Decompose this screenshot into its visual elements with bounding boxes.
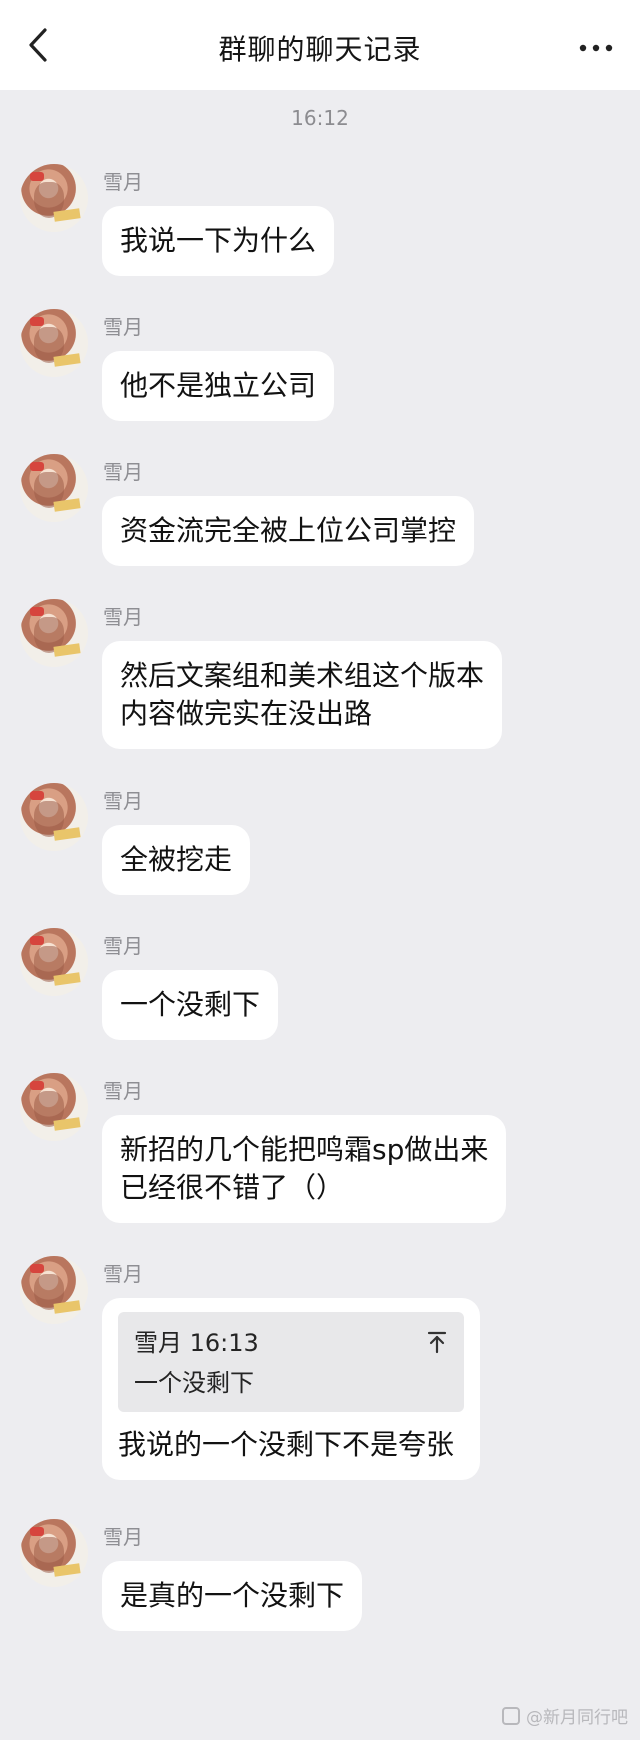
sender-name: 雪月 — [103, 1525, 143, 1549]
message-text: 全被挖走 — [120, 843, 233, 876]
sender-name: 雪月 — [103, 605, 143, 629]
avatar[interactable] — [20, 164, 88, 232]
message-text: 我说的一个没剩下不是夸张 — [118, 1428, 455, 1461]
message-bubble[interactable]: 全被挖走 — [102, 825, 251, 895]
message-text: 已经很不错了（） — [120, 1171, 345, 1204]
sender-name: 雪月 — [103, 315, 143, 339]
avatar[interactable] — [20, 599, 88, 667]
sender-name: 雪月 — [103, 460, 143, 484]
watermark: @新月同行吧 — [502, 1703, 628, 1728]
message-bubble[interactable]: 雪月 16:13 一个没剩下 我说的一个没剩下不是夸张 — [102, 1298, 480, 1480]
message-text: 他不是独立公司 — [120, 369, 317, 402]
more-button[interactable] — [574, 28, 618, 68]
message-bubble[interactable]: 我说一下为什么 — [102, 206, 335, 276]
page-title: 群聊的聊天记录 — [218, 33, 422, 66]
message-text: 我说一下为什么 — [120, 224, 317, 257]
message-bubble[interactable]: 他不是独立公司 — [102, 351, 335, 421]
top-bar: 群聊的聊天记录 — [0, 0, 640, 90]
message-bubble[interactable]: 资金流完全被上位公司掌控 — [102, 496, 475, 566]
message-bubble[interactable]: 是真的一个没剩下 — [102, 1561, 363, 1631]
sender-name: 雪月 — [103, 1079, 143, 1103]
message-bubble[interactable]: 一个没剩下 — [102, 970, 279, 1040]
jump-to-top-icon[interactable] — [426, 1330, 448, 1354]
watermark-text: @新月同行吧 — [526, 1708, 628, 1728]
avatar[interactable] — [20, 454, 88, 522]
message-text: 是真的一个没剩下 — [120, 1579, 345, 1612]
sender-name: 雪月 — [103, 934, 143, 958]
quote-header: 雪月 16:13 — [134, 1329, 259, 1357]
avatar[interactable] — [20, 1519, 88, 1587]
quoted-message[interactable]: 雪月 16:13 一个没剩下 — [118, 1312, 464, 1412]
avatar[interactable] — [20, 928, 88, 996]
sender-name: 雪月 — [103, 789, 143, 813]
quote-text: 一个没剩下 — [134, 1369, 254, 1397]
avatar[interactable] — [20, 309, 88, 377]
avatar[interactable] — [20, 783, 88, 851]
message-text: 新招的几个能把鸣霜sp做出来 — [120, 1133, 489, 1166]
message-text: 内容做完实在没出路 — [120, 697, 373, 730]
message-timestamp: 16:12 — [291, 106, 349, 130]
avatar[interactable] — [20, 1256, 88, 1324]
message-text: 一个没剩下 — [120, 988, 261, 1021]
message-bubble[interactable]: 然后文案组和美术组这个版本 内容做完实在没出路 — [102, 641, 503, 749]
avatar[interactable] — [20, 1073, 88, 1141]
message-text: 资金流完全被上位公司掌控 — [120, 514, 457, 547]
camera-icon — [502, 1706, 520, 1725]
sender-name: 雪月 — [103, 1262, 143, 1286]
message-bubble[interactable]: 新招的几个能把鸣霜sp做出来 已经很不错了（） — [102, 1115, 507, 1223]
sender-name: 雪月 — [103, 170, 143, 194]
more-dots-icon — [579, 44, 613, 52]
message-text: 然后文案组和美术组这个版本 — [120, 659, 485, 692]
